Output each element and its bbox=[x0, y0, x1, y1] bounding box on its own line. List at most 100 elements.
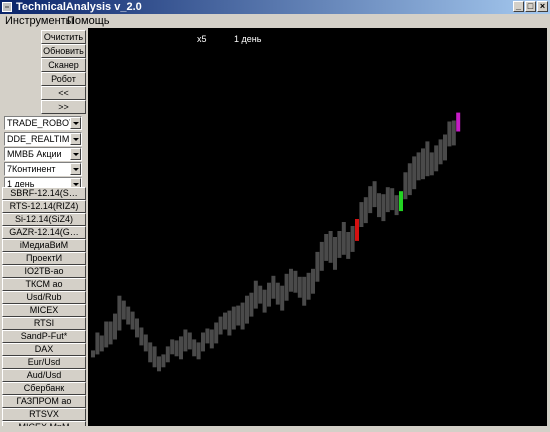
instrument-button[interactable]: RTS-12.14(RIZ4) bbox=[2, 200, 86, 213]
price-bar bbox=[179, 336, 183, 360]
price-bar bbox=[245, 295, 249, 324]
scanner-button[interactable]: Сканер bbox=[41, 58, 86, 72]
price-bar bbox=[205, 328, 210, 344]
price-bar bbox=[337, 231, 342, 258]
window-title: TechnicalAnalysis v_2.0 bbox=[16, 1, 142, 13]
minimize-button[interactable]: _ bbox=[513, 1, 524, 12]
prev-button[interactable]: << bbox=[41, 86, 86, 100]
refresh-button[interactable]: Обновить bbox=[41, 44, 86, 58]
price-bar bbox=[165, 346, 170, 363]
price-bar bbox=[412, 156, 417, 190]
price-bar bbox=[135, 318, 139, 338]
price-bar bbox=[289, 268, 293, 292]
price-bar bbox=[275, 282, 280, 305]
ticker-select-value: 7Континент bbox=[7, 164, 56, 174]
price-bar bbox=[438, 139, 443, 165]
menu-bar: Инструменты Помощь bbox=[0, 14, 550, 28]
price-bar bbox=[157, 356, 161, 372]
price-bar bbox=[416, 152, 421, 181]
instrument-button[interactable]: Eur/Usd bbox=[2, 356, 86, 369]
price-bar bbox=[306, 272, 311, 300]
close-button[interactable]: × bbox=[537, 1, 548, 12]
price-bars bbox=[91, 112, 461, 372]
price-bar bbox=[209, 329, 214, 349]
robot-select[interactable]: TRADE_ROBOT bbox=[4, 116, 82, 130]
price-bar bbox=[425, 141, 430, 177]
price-bar bbox=[284, 273, 289, 301]
price-bar bbox=[429, 152, 434, 176]
price-bar bbox=[324, 234, 329, 261]
price-bar bbox=[91, 350, 95, 358]
price-bar bbox=[196, 342, 201, 360]
maximize-button[interactable]: □ bbox=[525, 1, 536, 12]
next-button[interactable]: >> bbox=[41, 100, 86, 114]
instrument-button[interactable]: iМедиаВиМ bbox=[2, 239, 86, 252]
price-bar bbox=[302, 276, 307, 306]
price-bar bbox=[152, 346, 157, 368]
title-bar: TechnicalAnalysis v_2.0 _ □ × bbox=[0, 0, 550, 14]
price-bar bbox=[346, 232, 351, 259]
price-bar bbox=[443, 134, 447, 161]
instrument-button[interactable]: IO2TB-ао bbox=[2, 265, 86, 278]
price-bar bbox=[390, 188, 395, 211]
price-bar bbox=[377, 193, 381, 218]
source-select-value: DDE_REALTIME bbox=[7, 134, 76, 144]
instrument-button[interactable]: GAZR-12.14(G… bbox=[2, 226, 86, 239]
chevron-down-icon[interactable] bbox=[70, 133, 81, 145]
price-bar bbox=[447, 121, 452, 147]
clear-button[interactable]: Очистить bbox=[41, 30, 86, 44]
instrument-button[interactable]: ТКСМ ао bbox=[2, 278, 86, 291]
price-bar bbox=[355, 219, 359, 241]
instrument-button[interactable]: ГАЗПРОМ ао bbox=[2, 395, 86, 408]
robot-button[interactable]: Робот bbox=[41, 72, 86, 86]
price-bar bbox=[249, 292, 254, 317]
price-bar bbox=[218, 316, 223, 335]
price-bar bbox=[315, 251, 320, 282]
source-select[interactable]: DDE_REALTIME bbox=[4, 132, 82, 146]
price-bar bbox=[421, 148, 425, 180]
ticker-select[interactable]: 7Континент bbox=[4, 162, 82, 176]
menu-help[interactable]: Помощь bbox=[63, 14, 114, 28]
price-bar bbox=[407, 163, 412, 196]
price-bar bbox=[99, 335, 104, 352]
price-bar bbox=[293, 270, 298, 293]
price-bar bbox=[130, 311, 135, 330]
price-bar bbox=[148, 342, 153, 363]
price-bar bbox=[262, 289, 267, 313]
instrument-button[interactable]: MICEX bbox=[2, 304, 86, 317]
price-bar bbox=[214, 322, 219, 344]
sidebar: Очистить Обновить Сканер Робот << >> TRA… bbox=[0, 28, 88, 432]
price-bar bbox=[399, 191, 403, 212]
instrument-button[interactable]: SandP-Fut* bbox=[2, 330, 86, 343]
instrument-button[interactable]: Usd/Rub bbox=[2, 291, 86, 304]
instrument-button[interactable]: RTSI bbox=[2, 317, 86, 330]
price-bar bbox=[143, 334, 148, 352]
price-bar bbox=[253, 280, 258, 309]
instrument-button[interactable]: Si-12.14(SiZ4) bbox=[2, 213, 86, 226]
instrument-button[interactable]: Сбербанк bbox=[2, 382, 86, 395]
price-bar bbox=[381, 194, 386, 222]
chevron-down-icon[interactable] bbox=[70, 117, 81, 129]
chevron-down-icon[interactable] bbox=[70, 148, 81, 160]
market-select[interactable]: ММВБ Акции bbox=[4, 147, 82, 161]
price-bar bbox=[108, 321, 113, 345]
chevron-down-icon[interactable] bbox=[70, 163, 81, 175]
instrument-button[interactable]: SBRF-12.14(S… bbox=[2, 187, 86, 200]
price-bar bbox=[174, 340, 179, 357]
instrument-button[interactable]: DAX bbox=[2, 343, 86, 356]
instrument-button[interactable]: RTSVX bbox=[2, 408, 86, 421]
price-bar bbox=[170, 339, 175, 355]
price-bar bbox=[333, 237, 337, 270]
price-bar bbox=[350, 226, 355, 252]
price-bar bbox=[280, 285, 285, 311]
price-bar bbox=[104, 321, 109, 348]
instrument-button[interactable]: ПроектИ bbox=[2, 252, 86, 265]
instrument-button[interactable]: Aud/Usd bbox=[2, 369, 86, 382]
robot-select-value: TRADE_ROBOT bbox=[7, 118, 75, 128]
price-bar bbox=[201, 332, 205, 352]
price-chart[interactable]: x5 1 день bbox=[88, 28, 547, 426]
price-bar bbox=[258, 285, 263, 304]
price-bar bbox=[434, 145, 439, 172]
price-bar bbox=[311, 268, 315, 294]
price-bar bbox=[403, 172, 408, 200]
